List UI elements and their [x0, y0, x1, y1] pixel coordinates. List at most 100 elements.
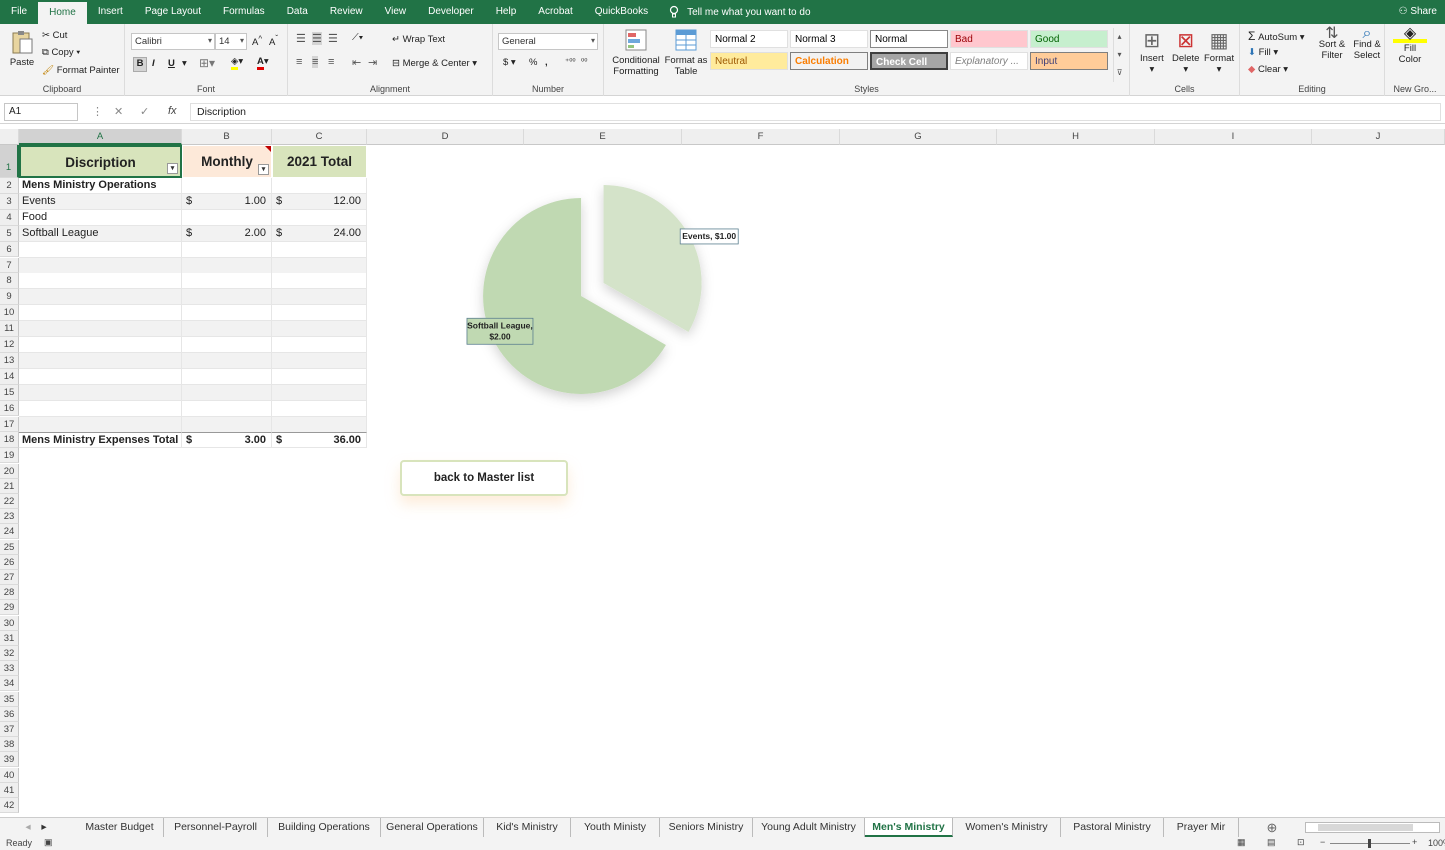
- row-header-18[interactable]: 18: [0, 432, 19, 449]
- row-header-41[interactable]: 41: [0, 782, 19, 798]
- sort-filter-button[interactable]: ⇅ Sort & Filter: [1316, 26, 1348, 62]
- sheet-tab-women-s-ministry[interactable]: Women's Ministry: [953, 818, 1061, 837]
- font-size-select[interactable]: 14: [215, 33, 247, 50]
- zoom-slider[interactable]: [1330, 839, 1410, 848]
- row-header-8[interactable]: 8: [0, 273, 19, 290]
- row-header-6[interactable]: 6: [0, 241, 19, 258]
- cell-c7[interactable]: [272, 257, 367, 274]
- row-header-38[interactable]: 38: [0, 737, 19, 753]
- cancel-icon[interactable]: ✕: [114, 105, 123, 118]
- column-header-i[interactable]: I: [1155, 129, 1312, 145]
- macro-record-icon[interactable]: ▣: [44, 837, 53, 848]
- select-all-corner[interactable]: [0, 129, 19, 145]
- cell-c4[interactable]: [272, 209, 367, 226]
- share-button[interactable]: ⚇ Share: [1399, 0, 1437, 24]
- row-header-28[interactable]: 28: [0, 585, 19, 601]
- prev-sheet-icon[interactable]: ◂: [20, 818, 36, 837]
- sheet-tab-general-operations[interactable]: General Operations: [381, 818, 484, 837]
- style-explanatory[interactable]: Explanatory ...: [950, 52, 1028, 70]
- cell-a2[interactable]: Mens Ministry Operations: [19, 178, 182, 194]
- row-header-42[interactable]: 42: [0, 797, 19, 814]
- tab-quickbooks[interactable]: QuickBooks: [584, 0, 659, 24]
- style-normal[interactable]: Normal: [870, 30, 948, 48]
- cell-b2[interactable]: [182, 178, 272, 194]
- row-header-24[interactable]: 24: [0, 524, 19, 540]
- tab-help[interactable]: Help: [485, 0, 528, 24]
- row-header-9[interactable]: 9: [0, 289, 19, 306]
- shrink-font-button[interactable]: Aˇ: [269, 34, 278, 48]
- orientation-icon[interactable]: ⟋▾: [352, 32, 363, 43]
- column-header-g[interactable]: G: [840, 129, 997, 145]
- row-header-14[interactable]: 14: [0, 368, 19, 385]
- normal-view-icon[interactable]: ▦: [1237, 837, 1246, 848]
- header-monthly[interactable]: Monthly ▾: [182, 145, 272, 178]
- sheet-tab-young-adult-ministry[interactable]: Young Adult Ministry: [753, 818, 865, 837]
- cut-button[interactable]: ✂ Cut: [42, 30, 67, 41]
- cell-c16[interactable]: [272, 400, 367, 417]
- tab-insert[interactable]: Insert: [87, 0, 134, 24]
- cell-a4[interactable]: Food: [19, 209, 182, 226]
- cell-b16[interactable]: [182, 400, 272, 417]
- font-color-button[interactable]: A▾: [257, 56, 269, 70]
- cell-a12[interactable]: [19, 337, 182, 353]
- header-discription[interactable]: Discription ▾: [19, 145, 182, 178]
- cell-a11[interactable]: [19, 321, 182, 338]
- fill-color-large-button[interactable]: ◈ Fill Color: [1393, 26, 1427, 65]
- row-header-40[interactable]: 40: [0, 767, 19, 783]
- tab-view[interactable]: View: [374, 0, 418, 24]
- sheet-tab-seniors-ministry[interactable]: Seniors Ministry: [660, 818, 753, 837]
- row-header-37[interactable]: 37: [0, 721, 19, 738]
- tab-developer[interactable]: Developer: [417, 0, 485, 24]
- row-header-10[interactable]: 10: [0, 305, 19, 322]
- cell-b15[interactable]: [182, 384, 272, 401]
- style-calculation[interactable]: Calculation: [790, 52, 868, 70]
- row-header-16[interactable]: 16: [0, 400, 19, 417]
- cell-c10[interactable]: [272, 305, 367, 322]
- next-sheet-icon[interactable]: ▸: [36, 818, 52, 837]
- cell-c15[interactable]: [272, 384, 367, 401]
- tab-file[interactable]: File: [0, 0, 38, 24]
- fill-color-button[interactable]: ◈▾: [231, 56, 243, 70]
- column-header-h[interactable]: H: [997, 129, 1155, 145]
- row-header-3[interactable]: 3: [0, 193, 19, 210]
- cell-c9[interactable]: [272, 289, 367, 306]
- cell-b3[interactable]: $1.00: [182, 193, 272, 210]
- cell-b18[interactable]: $3.00: [182, 432, 272, 449]
- enter-icon[interactable]: ✓: [140, 105, 149, 118]
- align-left-icon[interactable]: ≡: [296, 56, 302, 68]
- format-as-table-button[interactable]: Format as Table: [664, 28, 708, 77]
- row-header-17[interactable]: 17: [0, 416, 19, 433]
- tell-me-box[interactable]: Tell me what you want to do: [667, 5, 811, 19]
- cell-b10[interactable]: [182, 305, 272, 322]
- cell-b6[interactable]: [182, 241, 272, 258]
- tab-formulas[interactable]: Formulas: [212, 0, 276, 24]
- style-normal-3[interactable]: Normal 3: [790, 30, 868, 48]
- cell-a9[interactable]: [19, 289, 182, 306]
- increase-indent-icon[interactable]: ⇥: [368, 56, 377, 69]
- cell-b9[interactable]: [182, 289, 272, 306]
- cell-b17[interactable]: [182, 416, 272, 433]
- cell-a10[interactable]: [19, 305, 182, 322]
- row-header-26[interactable]: 26: [0, 554, 19, 570]
- cell-c17[interactable]: [272, 416, 367, 433]
- sheet-tab-prayer-mir[interactable]: Prayer Mir: [1164, 818, 1239, 837]
- row-header-20[interactable]: 20: [0, 463, 19, 479]
- row-header-1[interactable]: 1: [0, 145, 19, 178]
- align-right-icon[interactable]: ≡: [328, 56, 334, 68]
- row-header-27[interactable]: 27: [0, 569, 19, 586]
- filter-dropdown-icon[interactable]: ▾: [258, 164, 269, 175]
- grow-font-button[interactable]: A^: [252, 34, 262, 48]
- zoom-in-icon[interactable]: +: [1412, 837, 1417, 847]
- style-input[interactable]: Input: [1030, 52, 1108, 70]
- autosum-button[interactable]: Σ AutoSum ▾: [1248, 29, 1305, 43]
- cell-b13[interactable]: [182, 352, 272, 369]
- cell-a5[interactable]: Softball League: [19, 225, 182, 242]
- format-painter-button[interactable]: 🖌 Format Painter: [42, 65, 120, 76]
- copy-button[interactable]: ⧉ Copy ▾: [42, 47, 80, 58]
- tab-page-layout[interactable]: Page Layout: [134, 0, 212, 24]
- pie-slice-events[interactable]: [603, 185, 702, 332]
- row-header-5[interactable]: 5: [0, 225, 19, 242]
- style-neutral[interactable]: Neutral: [710, 52, 788, 70]
- formula-input[interactable]: Discription: [190, 103, 1441, 121]
- sheet-tab-pastoral-ministry[interactable]: Pastoral Ministry: [1061, 818, 1164, 837]
